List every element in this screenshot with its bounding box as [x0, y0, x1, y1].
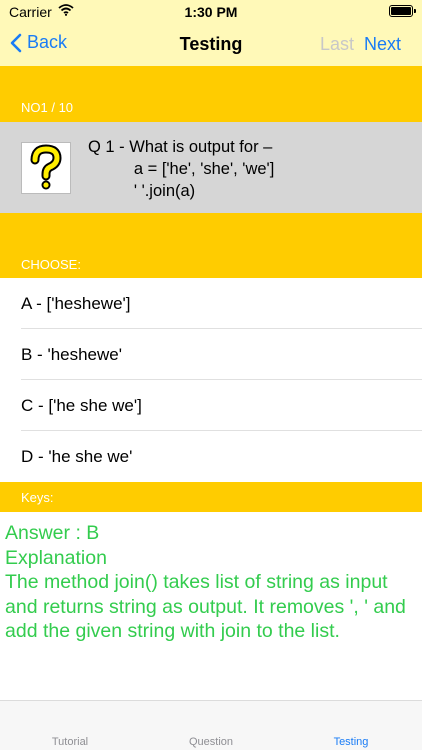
- question-text: Q 1 - What is output for – a = ['he', 's…: [88, 138, 275, 200]
- keys-header: Keys:: [0, 482, 422, 512]
- explanation-text: The method join() takes list of string a…: [5, 571, 406, 642]
- keys-label: Keys:: [21, 490, 54, 505]
- option-a[interactable]: A - ['heshewe']: [0, 278, 422, 329]
- tab-bar: Tutorial Question Testing: [0, 700, 422, 750]
- explanation-title: Explanation: [5, 546, 107, 569]
- page-title: Testing: [179, 34, 243, 54]
- answer-panel: Answer : B Explanation The method join()…: [5, 521, 415, 644]
- option-label: B - 'heshewe': [21, 345, 122, 364]
- progress-label: NO1 / 10: [21, 100, 74, 115]
- next-button[interactable]: Next: [364, 34, 401, 55]
- answer-line: Answer : B: [5, 522, 100, 544]
- battery-icon: [389, 5, 416, 17]
- option-label: A - ['heshewe']: [21, 294, 131, 313]
- option-label: D - 'he she we': [21, 447, 133, 466]
- option-b[interactable]: B - 'heshewe': [0, 329, 422, 380]
- tab-testing[interactable]: Testing: [291, 736, 411, 748]
- progress-header: NO1 / 10: [0, 66, 422, 122]
- choose-label: CHOOSE:: [21, 257, 81, 272]
- option-d[interactable]: D - 'he she we': [0, 431, 422, 482]
- question-mark-icon: [21, 142, 71, 194]
- last-button[interactable]: Last: [320, 34, 354, 55]
- choose-header: CHOOSE:: [0, 213, 422, 278]
- option-label: C - ['he she we']: [21, 396, 142, 415]
- navigation-bar: Back Testing Last Next: [0, 22, 422, 66]
- status-bar: Carrier 1:30 PM: [0, 0, 422, 22]
- question-card: Q 1 - What is output for – a = ['he', 's…: [0, 122, 422, 213]
- option-c[interactable]: C - ['he she we']: [0, 380, 422, 431]
- clock: 1:30 PM: [184, 4, 238, 20]
- tab-tutorial[interactable]: Tutorial: [10, 736, 130, 748]
- tab-question[interactable]: Question: [151, 736, 271, 748]
